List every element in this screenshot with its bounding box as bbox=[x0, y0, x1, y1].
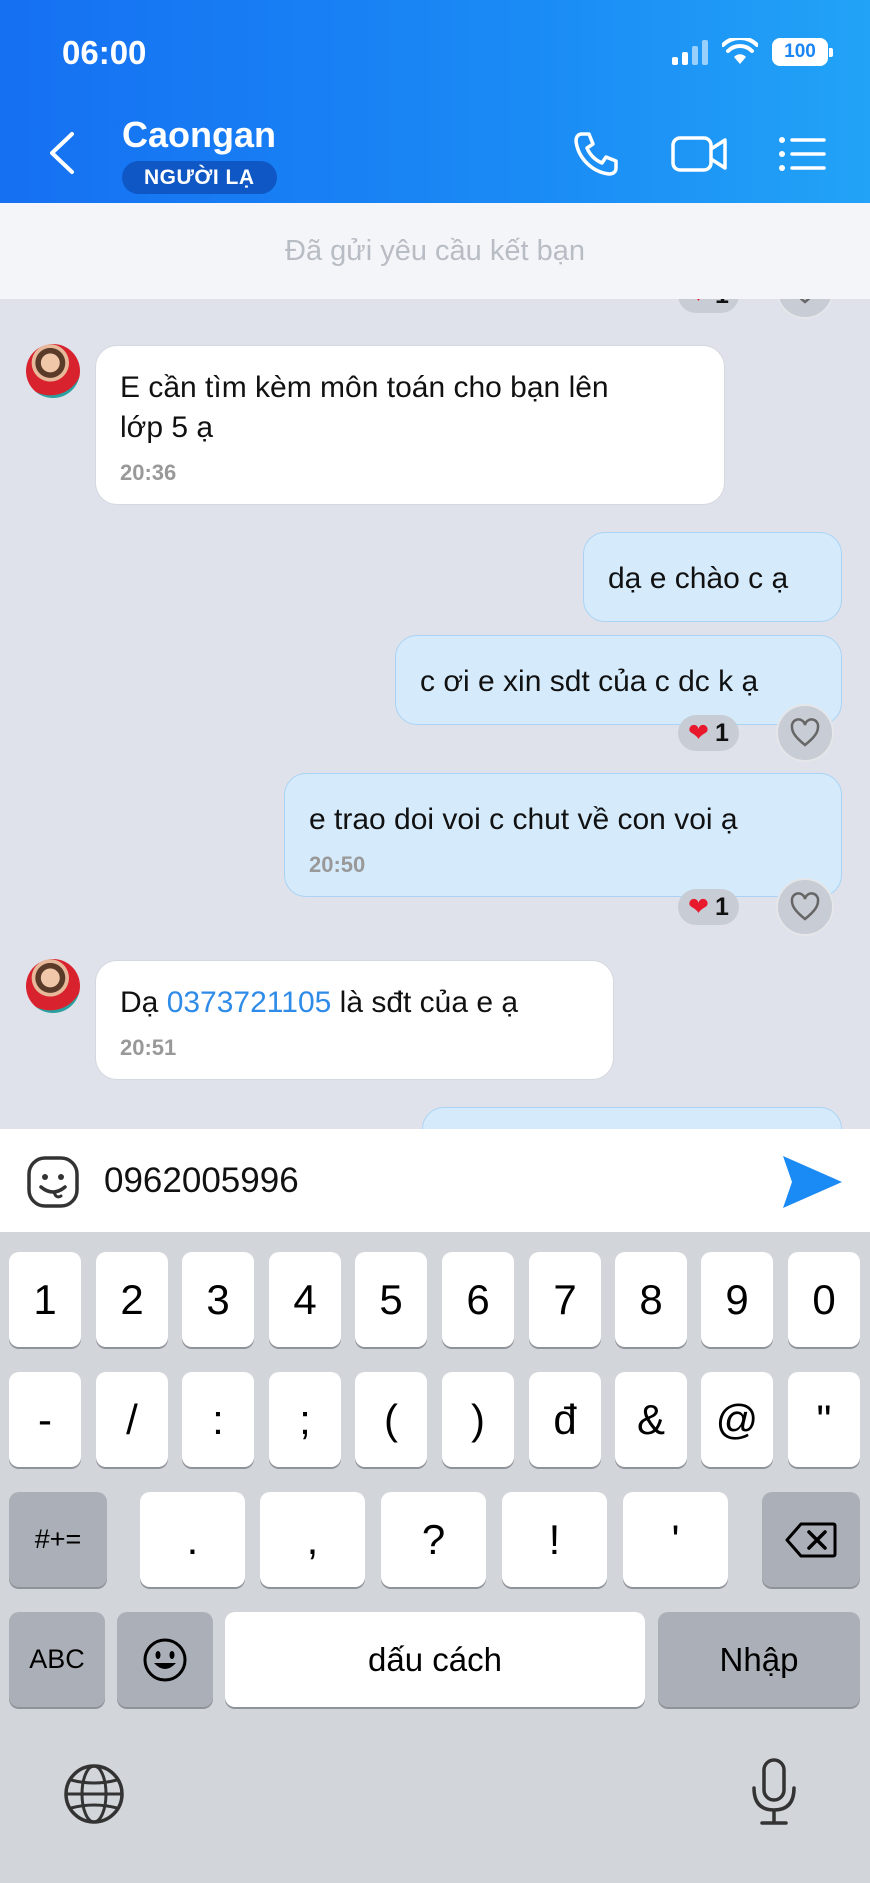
outgoing-message[interactable] bbox=[422, 1107, 842, 1129]
key[interactable]: ( bbox=[355, 1372, 427, 1467]
status-time: 06:00 bbox=[62, 34, 147, 71]
symbols-key[interactable]: #+= bbox=[9, 1492, 107, 1587]
message-input[interactable] bbox=[104, 1151, 754, 1211]
phone-number-link[interactable]: 0373721105 bbox=[167, 986, 332, 1019]
key[interactable]: ' bbox=[623, 1492, 728, 1587]
message-text: E cần tìm kèm môn toán cho bạn lên bbox=[120, 371, 609, 404]
key[interactable]: ! bbox=[502, 1492, 607, 1587]
message-input-bar bbox=[0, 1129, 870, 1232]
react-heart-button[interactable] bbox=[776, 878, 834, 936]
status-icons: 100 bbox=[672, 38, 833, 66]
message-text: dạ e chào c ạ bbox=[608, 562, 789, 595]
message-time: 20:50 bbox=[309, 852, 366, 877]
key[interactable]: / bbox=[96, 1372, 168, 1467]
key[interactable]: 9 bbox=[701, 1252, 773, 1347]
enter-key[interactable]: Nhập bbox=[658, 1612, 860, 1707]
abc-key[interactable]: ABC bbox=[9, 1612, 105, 1707]
key[interactable]: : bbox=[182, 1372, 254, 1467]
globe-icon[interactable] bbox=[62, 1762, 126, 1826]
key[interactable]: 3 bbox=[182, 1252, 254, 1347]
key[interactable]: @ bbox=[701, 1372, 773, 1467]
key[interactable]: 2 bbox=[96, 1252, 168, 1347]
key[interactable]: " bbox=[788, 1372, 860, 1467]
chat-header: 06:00 100 Caongan NGƯỜI LẠ bbox=[0, 0, 870, 203]
back-chevron-icon[interactable] bbox=[44, 128, 80, 178]
key[interactable]: ; bbox=[269, 1372, 341, 1467]
friend-request-banner: Đã gửi yêu cầu kết bạn bbox=[0, 203, 870, 299]
key[interactable]: ? bbox=[381, 1492, 486, 1587]
stranger-badge: NGƯỜI LẠ bbox=[122, 161, 277, 194]
outgoing-message[interactable]: dạ e chào c ạ bbox=[583, 532, 842, 622]
space-key[interactable]: dấu cách bbox=[225, 1612, 645, 1707]
video-call-icon[interactable] bbox=[670, 128, 728, 180]
backspace-key[interactable] bbox=[762, 1492, 860, 1587]
emoji-key[interactable] bbox=[117, 1612, 213, 1707]
avatar[interactable] bbox=[26, 959, 80, 1013]
key[interactable]: - bbox=[9, 1372, 81, 1467]
sticker-emoji-icon[interactable] bbox=[26, 1155, 80, 1209]
key[interactable]: . bbox=[140, 1492, 245, 1587]
incoming-message[interactable]: E cần tìm kèm môn toán cho bạn lên lớp 5… bbox=[95, 345, 725, 505]
reaction-count: ❤ 1 bbox=[678, 299, 739, 313]
key[interactable]: 7 bbox=[529, 1252, 601, 1347]
outgoing-message[interactable]: e trao doi voi c chut về con voi ạ 20:50 bbox=[284, 773, 842, 897]
key[interactable]: 0 bbox=[788, 1252, 860, 1347]
menu-list-icon[interactable] bbox=[776, 128, 828, 180]
heart-filled-icon: ❤ bbox=[688, 299, 709, 310]
send-icon[interactable] bbox=[780, 1153, 844, 1211]
key[interactable]: 8 bbox=[615, 1252, 687, 1347]
message-text: c ơi e xin sdt của c dc k ạ bbox=[420, 665, 759, 698]
react-heart-button[interactable] bbox=[776, 299, 834, 319]
backspace-icon bbox=[785, 1522, 837, 1557]
message-text: e trao doi voi c chut về con voi ạ bbox=[309, 803, 738, 836]
key[interactable]: 5 bbox=[355, 1252, 427, 1347]
heart-filled-icon: ❤ bbox=[688, 719, 709, 747]
message-text: Dạ 0373721105 là sđt của e ạ bbox=[120, 986, 519, 1019]
avatar[interactable] bbox=[26, 344, 80, 398]
smiley-icon bbox=[143, 1638, 187, 1681]
key[interactable]: 1 bbox=[9, 1252, 81, 1347]
signal-icon bbox=[672, 39, 708, 65]
wifi-icon bbox=[722, 38, 758, 64]
key[interactable]: 6 bbox=[442, 1252, 514, 1347]
key[interactable]: & bbox=[615, 1372, 687, 1467]
react-heart-button[interactable] bbox=[776, 704, 834, 762]
message-time: 20:51 bbox=[120, 1035, 177, 1060]
heart-outline-icon bbox=[790, 718, 820, 747]
heart-outline-icon bbox=[799, 299, 811, 304]
numeric-keyboard: 1 2 3 4 5 6 7 8 9 0 - / : ; ( ) đ & @ " … bbox=[0, 1232, 870, 1883]
key[interactable]: đ bbox=[529, 1372, 601, 1467]
key[interactable]: , bbox=[260, 1492, 365, 1587]
key[interactable]: ) bbox=[442, 1372, 514, 1467]
chat-messages[interactable]: ❤ 1 E cần tìm kèm môn toán cho bạn lên l… bbox=[0, 299, 870, 1129]
message-time: 20:36 bbox=[120, 460, 177, 485]
key[interactable]: 4 bbox=[269, 1252, 341, 1347]
heart-filled-icon: ❤ bbox=[688, 893, 709, 921]
message-text: lớp 5 ạ bbox=[120, 411, 214, 444]
reaction-count: ❤ 1 bbox=[678, 715, 739, 751]
battery-icon: 100 bbox=[772, 38, 833, 66]
contact-name[interactable]: Caongan bbox=[122, 114, 276, 156]
reaction-count: ❤ 1 bbox=[678, 889, 739, 925]
microphone-icon[interactable] bbox=[748, 1756, 800, 1828]
heart-outline-icon bbox=[790, 892, 820, 921]
outgoing-message[interactable]: c ơi e xin sdt của c dc k ạ bbox=[395, 635, 842, 725]
phone-call-icon[interactable] bbox=[570, 128, 622, 180]
incoming-message[interactable]: Dạ 0373721105 là sđt của e ạ 20:51 bbox=[95, 960, 614, 1080]
